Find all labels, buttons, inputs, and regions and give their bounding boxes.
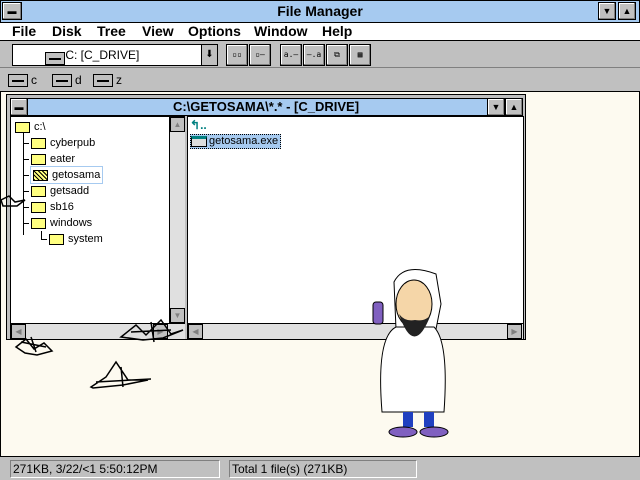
mdi-workspace: C:\GETOSAMA\*.* - [C_DRIVE] ▬ ▼ ▲ c:\ cyb… (0, 92, 640, 456)
hard-drive-icon (8, 74, 28, 88)
disconnect-drive-button[interactable]: ▦ (349, 44, 371, 66)
hard-drive-icon (45, 52, 65, 66)
maximize-button[interactable]: ▲ (618, 2, 636, 20)
desktop-artwork (1, 195, 449, 438)
drive-z[interactable]: z (93, 72, 122, 88)
menu-disk[interactable]: Disk (52, 23, 82, 40)
drive-bar: c d z (0, 68, 640, 92)
system-menu-button[interactable]: ▬ (2, 2, 22, 20)
large-icons-button[interactable]: ▫▫ (226, 44, 248, 66)
menu-bar: File Disk Tree View Options Window Help (0, 23, 640, 41)
drive-select-value: C: [C_DRIVE] (65, 48, 140, 62)
cartoon-man-on-phone-icon (372, 269, 449, 438)
minimize-button[interactable]: ▼ (598, 2, 616, 20)
status-total: Total 1 file(s) (271KB) (229, 460, 417, 478)
menu-window[interactable]: Window (254, 23, 308, 40)
menu-help[interactable]: Help (322, 23, 352, 40)
app-title: File Manager (277, 3, 363, 19)
menu-tree[interactable]: Tree (97, 23, 126, 40)
drive-c[interactable]: c (8, 72, 37, 88)
details-view-button[interactable]: ▫— (249, 44, 271, 66)
menu-file[interactable]: File (12, 23, 36, 40)
status-selected-file: 271KB, 3/22/<1 5:50:12PM (10, 460, 220, 478)
scribble-icon (1, 195, 184, 389)
cdrom-drive-icon (52, 74, 72, 88)
toolbar: C: [C_DRIVE] ⬇ ▫▫ ▫— a.— —.a ⧉ ▦ (0, 41, 640, 68)
drive-d[interactable]: d (52, 72, 82, 88)
sort-by-name-button[interactable]: a.— (280, 44, 302, 66)
drive-select[interactable]: C: [C_DRIVE] ⬇ (12, 44, 218, 66)
app-title-bar[interactable]: File Manager (0, 0, 640, 23)
dropdown-arrow-icon[interactable]: ⬇ (201, 45, 217, 65)
network-drive-icon (93, 74, 113, 88)
connect-drive-button[interactable]: ⧉ (326, 44, 348, 66)
menu-options[interactable]: Options (188, 23, 241, 40)
status-bar: 271KB, 3/22/<1 5:50:12PM Total 1 file(s)… (0, 456, 640, 480)
sort-by-type-button[interactable]: —.a (303, 44, 325, 66)
menu-view[interactable]: View (142, 23, 174, 40)
